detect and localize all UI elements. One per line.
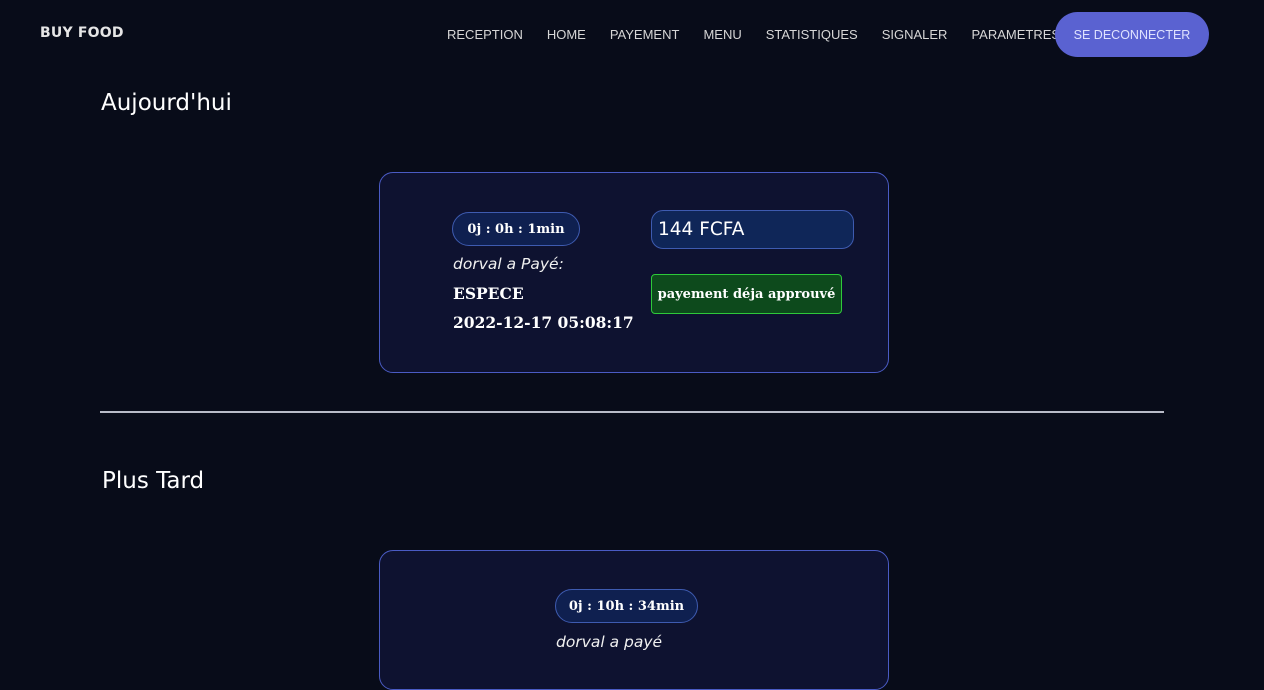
elapsed-time-badge: 0j : 0h : 1min: [452, 212, 580, 246]
brand-logo[interactable]: BUY FOOD: [40, 25, 124, 41]
section-title-later: Plus Tard: [102, 468, 205, 494]
nav-link-home[interactable]: HOME: [547, 27, 586, 42]
nav-link-parametres[interactable]: PARAMETRES: [971, 27, 1060, 42]
logout-button[interactable]: SE DECONNECTER: [1055, 12, 1209, 57]
approved-status-badge[interactable]: payement déja approuvé: [651, 274, 842, 314]
top-navbar: BUY FOOD RECEPTION HOME PAYEMENT MENU ST…: [0, 0, 1264, 68]
elapsed-time-badge: 0j : 10h : 34min: [555, 589, 698, 623]
nav-links: RECEPTION HOME PAYEMENT MENU STATISTIQUE…: [447, 27, 1084, 42]
nav-link-signaler[interactable]: SIGNALER: [882, 27, 948, 42]
payment-card: 0j : 10h : 34min dorval a payé: [379, 550, 889, 690]
payment-card: 0j : 0h : 1min dorval a Payé: ESPECE 202…: [379, 172, 889, 373]
nav-link-statistiques[interactable]: STATISTIQUES: [766, 27, 858, 42]
payer-text: dorval a payé: [556, 633, 663, 651]
section-title-today: Aujourd'hui: [101, 90, 232, 116]
payment-amount: 144 FCFA: [651, 210, 854, 249]
payer-text: dorval a Payé:: [453, 255, 564, 273]
section-divider: [100, 411, 1164, 413]
nav-link-menu[interactable]: MENU: [703, 27, 741, 42]
payment-datetime: 2022-12-17 05:08:17: [453, 313, 634, 332]
payment-method: ESPECE: [453, 284, 524, 303]
nav-link-payement[interactable]: PAYEMENT: [610, 27, 680, 42]
nav-link-reception[interactable]: RECEPTION: [447, 27, 523, 42]
